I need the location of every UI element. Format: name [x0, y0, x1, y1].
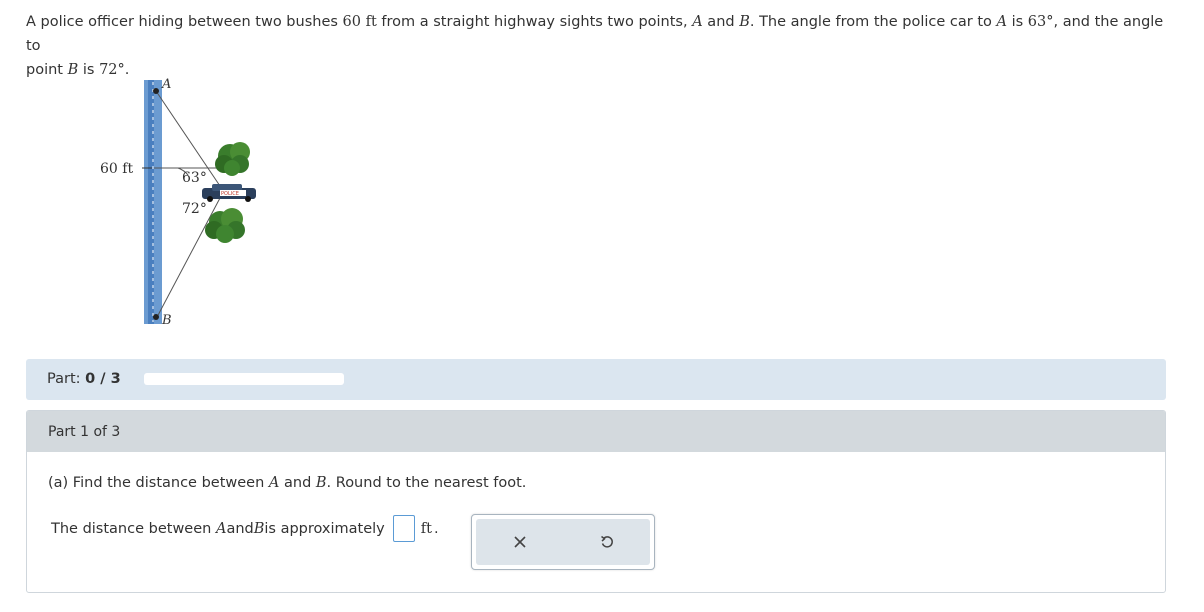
close-icon	[513, 536, 526, 548]
point-B	[153, 314, 159, 320]
figure-diagram: 60 ft A B 63° 72° POLICE	[100, 77, 256, 328]
label-60ft: 60 ft	[100, 161, 133, 177]
reset-button[interactable]	[563, 519, 650, 565]
question-text: (a) Find the distance between A and B. R…	[48, 475, 527, 491]
part-header: Part 1 of 3	[27, 411, 1165, 452]
point-A	[153, 88, 159, 94]
distance-value: 60 ft	[342, 14, 377, 30]
angle-72-label: 72°	[182, 201, 207, 217]
label-A: A	[161, 77, 171, 92]
answer-button-group	[471, 514, 655, 570]
part-panel: Part 1 of 3 (a) Find the distance betwee…	[26, 410, 1166, 593]
car-label: POLICE	[221, 191, 239, 197]
bush-bottom	[205, 208, 245, 243]
clear-button[interactable]	[476, 519, 563, 565]
part-title: Part 1 of 3	[48, 424, 121, 440]
bush-top	[215, 142, 250, 176]
part-progress-label: Part: 0 / 3	[47, 371, 121, 387]
angle-63-label: 63°	[182, 170, 207, 186]
distance-answer-input[interactable]	[392, 515, 415, 542]
police-car: POLICE	[202, 184, 256, 202]
problem-figure: 60 ft A B 63° 72° POLICE	[90, 72, 270, 332]
answer-line: The distance between A and B is approxim…	[51, 515, 439, 542]
progress-track	[144, 373, 344, 385]
label-B: B	[161, 313, 172, 328]
part-progress-bar: Part: 0 / 3	[26, 359, 1166, 400]
unit-label: ft	[420, 520, 432, 537]
part-progress-count: 0 / 3	[85, 371, 121, 387]
undo-icon	[600, 535, 613, 548]
